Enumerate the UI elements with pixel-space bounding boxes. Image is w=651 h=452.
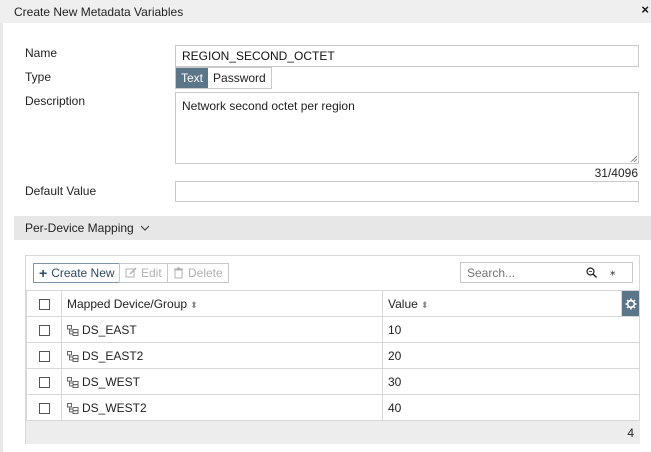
name-input[interactable] bbox=[175, 45, 639, 67]
trash-icon bbox=[174, 267, 183, 279]
description-label: Description bbox=[25, 94, 86, 108]
delete-button[interactable]: Delete bbox=[167, 263, 229, 283]
value-cell: 40 bbox=[382, 394, 640, 421]
row-checkbox[interactable] bbox=[38, 376, 50, 388]
device-cell: DS_EAST2 bbox=[61, 342, 383, 369]
value-column-label: Value bbox=[388, 296, 418, 311]
mapping-table: Mapped Device/Group ⬍ Value ⬍ DS_EAST 10… bbox=[26, 290, 640, 421]
device-cell: DS_EAST bbox=[61, 316, 383, 343]
value-cell: 20 bbox=[382, 342, 640, 369]
value-text: 30 bbox=[388, 374, 402, 389]
row-checkbox[interactable] bbox=[38, 324, 50, 336]
section-title: Per-Device Mapping bbox=[25, 221, 134, 235]
type-option-password[interactable]: Password bbox=[208, 68, 271, 88]
row-checkbox[interactable] bbox=[38, 350, 50, 362]
dialog-title: Create New Metadata Variables bbox=[14, 4, 184, 19]
name-label: Name bbox=[25, 46, 58, 60]
row-count: 4 bbox=[627, 426, 634, 440]
row-checkbox-cell bbox=[26, 316, 62, 343]
search-box: ⁎ bbox=[460, 262, 633, 283]
delete-label: Delete bbox=[188, 266, 223, 280]
default-value-label: Default Value bbox=[25, 184, 97, 198]
table-row[interactable]: DS_EAST 10 bbox=[26, 316, 640, 343]
table-header-row: Mapped Device/Group ⬍ Value ⬍ bbox=[26, 290, 640, 317]
device-group-icon bbox=[67, 402, 79, 414]
table-footer: 4 bbox=[26, 420, 640, 444]
plus-icon: + bbox=[39, 265, 48, 281]
value-text: 10 bbox=[388, 322, 402, 337]
row-checkbox[interactable] bbox=[38, 402, 50, 414]
device-name: DS_WEST2 bbox=[82, 400, 147, 415]
sort-icon: ⬍ bbox=[420, 299, 429, 310]
edit-icon bbox=[125, 267, 137, 278]
asterisk-icon[interactable]: ⁎ bbox=[610, 265, 616, 278]
device-cell: DS_WEST2 bbox=[61, 394, 383, 421]
sort-icon: ⬍ bbox=[190, 299, 198, 310]
mapping-panel: + Create New Edit Delete Search... ⁎ Map… bbox=[25, 255, 640, 444]
dialog-titlebar: Create New Metadata Variables × bbox=[0, 0, 651, 23]
per-device-mapping-header[interactable]: Per-Device Mapping bbox=[14, 216, 651, 240]
device-name: DS_EAST2 bbox=[82, 348, 144, 363]
edit-button[interactable]: Edit bbox=[119, 263, 168, 283]
device-group-icon bbox=[67, 376, 79, 388]
device-column-header[interactable]: Mapped Device/Group ⬍ bbox=[61, 290, 383, 317]
create-new-label: Create New bbox=[51, 266, 115, 280]
mapping-toolbar: + Create New Edit Delete Search... ⁎ bbox=[26, 256, 639, 290]
chevron-down-icon bbox=[140, 225, 150, 231]
type-label: Type bbox=[25, 70, 52, 84]
table-row[interactable]: DS_WEST2 40 bbox=[26, 394, 640, 421]
zoom-icon[interactable] bbox=[586, 267, 597, 278]
device-cell: DS_WEST bbox=[61, 368, 383, 395]
close-icon[interactable]: × bbox=[641, 3, 649, 17]
value-column-header[interactable]: Value ⬍ bbox=[382, 290, 622, 317]
device-group-icon bbox=[67, 350, 79, 362]
device-group-icon bbox=[67, 324, 79, 336]
table-row[interactable]: DS_EAST2 20 bbox=[26, 342, 640, 369]
select-all-cell bbox=[26, 290, 62, 317]
row-checkbox-cell bbox=[26, 394, 62, 421]
column-settings-button[interactable] bbox=[621, 290, 640, 317]
device-name: DS_EAST bbox=[82, 322, 137, 337]
device-name: DS_WEST bbox=[82, 374, 141, 389]
char-counter: 31/4096 bbox=[594, 166, 638, 180]
device-column-label: Mapped Device/Group bbox=[67, 296, 188, 311]
description-text: Network second octet per region bbox=[182, 99, 355, 113]
default-value-input[interactable] bbox=[175, 181, 639, 202]
row-checkbox-cell bbox=[26, 342, 62, 369]
row-checkbox-cell bbox=[26, 368, 62, 395]
select-all-checkbox[interactable] bbox=[38, 298, 50, 310]
create-new-button[interactable]: + Create New bbox=[33, 263, 121, 283]
value-cell: 10 bbox=[382, 316, 640, 343]
left-edge bbox=[0, 23, 3, 452]
edit-label: Edit bbox=[141, 266, 162, 280]
value-cell: 30 bbox=[382, 368, 640, 395]
type-segmented-control: Text Password bbox=[175, 67, 272, 89]
search-input[interactable] bbox=[467, 265, 577, 280]
table-row[interactable]: DS_WEST 30 bbox=[26, 368, 640, 395]
value-text: 20 bbox=[388, 348, 402, 363]
value-text: 40 bbox=[388, 400, 402, 415]
gear-icon bbox=[625, 298, 636, 309]
resize-handle-icon[interactable] bbox=[630, 155, 637, 162]
type-option-text[interactable]: Text bbox=[176, 68, 209, 88]
description-textarea[interactable]: Network second octet per region bbox=[175, 92, 639, 164]
